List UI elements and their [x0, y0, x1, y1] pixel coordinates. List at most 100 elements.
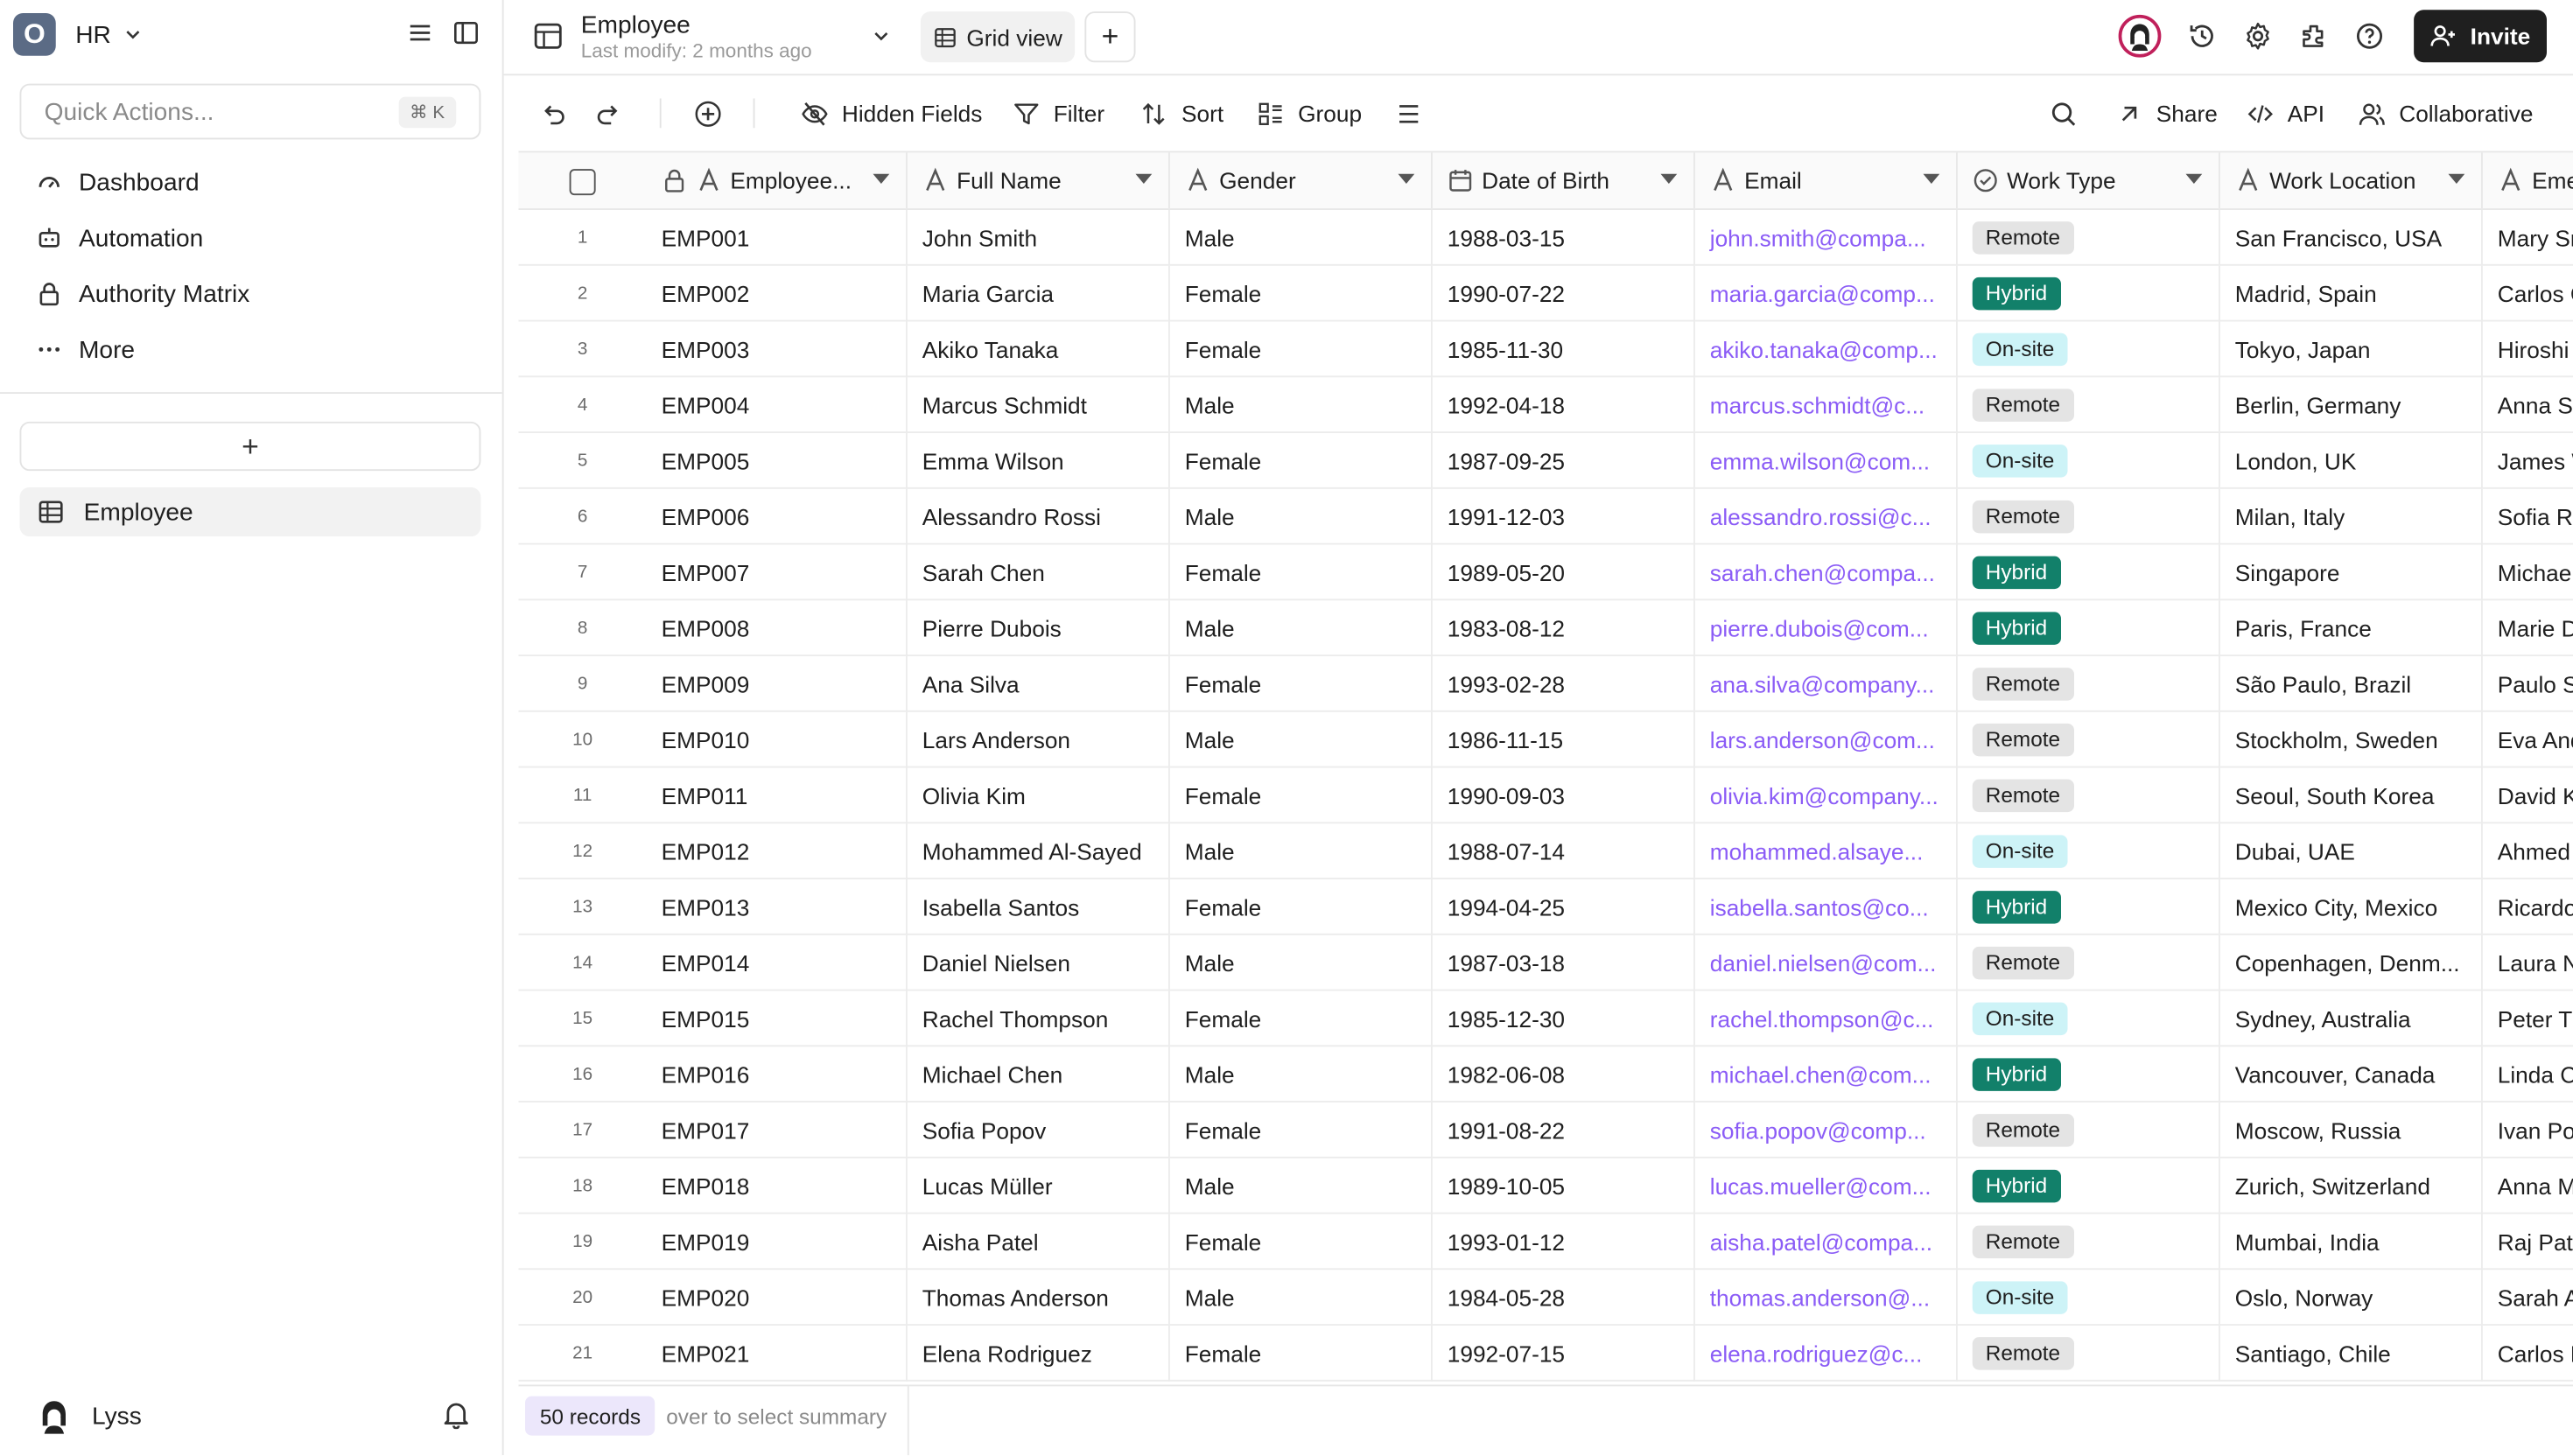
cell-location[interactable]: Paris, France: [2220, 600, 2483, 656]
cell-emergency[interactable]: Linda C: [2483, 1046, 2573, 1102]
cell-gender[interactable]: Female: [1170, 1214, 1433, 1270]
cell-emergency[interactable]: Ricardo: [2483, 879, 2573, 935]
cell-email[interactable]: sarah.chen@compa...: [1695, 544, 1958, 601]
cell-emergency[interactable]: Michael: [2483, 545, 2573, 601]
cell-email[interactable]: mohammed.alsaye...: [1695, 823, 1958, 879]
cell-work-type[interactable]: Remote: [1958, 656, 2220, 712]
cell-location[interactable]: Oslo, Norway: [2220, 1270, 2483, 1326]
hidden-fields-button[interactable]: Hidden Fields: [801, 75, 982, 150]
sidebar-table-employee[interactable]: Employee: [19, 486, 481, 537]
cell-work-type[interactable]: Remote: [1958, 1326, 2220, 1382]
cell-id[interactable]: EMP010: [647, 711, 908, 768]
cell-work-type[interactable]: Remote: [1958, 377, 2220, 433]
cell-gender[interactable]: Male: [1170, 210, 1433, 266]
cell-id[interactable]: EMP020: [647, 1270, 908, 1326]
cell-id[interactable]: EMP006: [647, 488, 908, 545]
cell-id[interactable]: EMP009: [647, 656, 908, 712]
cell-name[interactable]: Maria Garcia: [908, 265, 1170, 322]
cell-work-type[interactable]: On-site: [1958, 433, 2220, 489]
workspace-switcher[interactable]: O HR: [13, 13, 144, 56]
cell-location[interactable]: Seoul, South Korea: [2220, 767, 2483, 824]
cell-name[interactable]: Isabella Santos: [908, 879, 1170, 935]
table-row[interactable]: 2 EMP002 Maria Garcia Female 1990-07-22 maria…: [518, 265, 2573, 322]
cell-gender[interactable]: Male: [1170, 600, 1433, 656]
cell-email[interactable]: john.smith@compa...: [1695, 210, 1958, 266]
cell-emergency[interactable]: Marie D: [2483, 600, 2573, 656]
cell-email[interactable]: pierre.dubois@com...: [1695, 600, 1958, 656]
cell-location[interactable]: Madrid, Spain: [2220, 265, 2483, 322]
collaborator-avatar[interactable]: [2119, 14, 2163, 58]
cell-email[interactable]: akiko.tanaka@comp...: [1695, 321, 1958, 378]
cell-email[interactable]: lars.anderson@com...: [1695, 711, 1958, 768]
cell-name[interactable]: Daniel Nielsen: [908, 934, 1170, 991]
cell-emergency[interactable]: Hiroshi: [2483, 322, 2573, 378]
cell-location[interactable]: Santiago, Chile: [2220, 1326, 2483, 1382]
cell-gender[interactable]: Male: [1170, 1158, 1433, 1214]
cell-emergency[interactable]: Sofia Ro: [2483, 489, 2573, 545]
cell-gender[interactable]: Male: [1170, 934, 1433, 991]
sort-button[interactable]: Sort: [1140, 75, 1223, 150]
cell-dob[interactable]: 1988-07-14: [1433, 823, 1695, 879]
cell-id[interactable]: EMP017: [647, 1102, 908, 1158]
column-menu-caret-icon[interactable]: [2448, 173, 2465, 184]
cell-emergency[interactable]: James W: [2483, 433, 2573, 489]
cell-emergency[interactable]: Paulo S: [2483, 656, 2573, 712]
cell-emergency[interactable]: Eva And: [2483, 712, 2573, 768]
cell-dob[interactable]: 1985-11-30: [1433, 321, 1695, 378]
cell-emergency[interactable]: Ivan Po: [2483, 1102, 2573, 1158]
redo-button[interactable]: [594, 75, 635, 150]
cell-work-type[interactable]: Hybrid: [1958, 265, 2220, 322]
add-view-button[interactable]: +: [1084, 11, 1136, 63]
cell-work-type[interactable]: Remote: [1958, 1102, 2220, 1158]
cell-location[interactable]: Mumbai, India: [2220, 1214, 2483, 1270]
cell-gender[interactable]: Female: [1170, 1102, 1433, 1158]
table-row[interactable]: 21 EMP021 Elena Rodriguez Female 1992-07-15 e…: [518, 1326, 2573, 1382]
column-menu-caret-icon[interactable]: [1398, 173, 1415, 184]
cell-email[interactable]: emma.wilson@com...: [1695, 433, 1958, 489]
cell-gender[interactable]: Female: [1170, 265, 1433, 322]
cell-emergency[interactable]: Sarah A: [2483, 1270, 2573, 1326]
search-button[interactable]: [2050, 75, 2091, 150]
invite-button[interactable]: Invite: [2414, 10, 2547, 63]
cell-email[interactable]: ana.silva@company...: [1695, 656, 1958, 712]
cell-work-type[interactable]: Hybrid: [1958, 879, 2220, 935]
column-menu-caret-icon[interactable]: [2185, 173, 2203, 184]
cell-gender[interactable]: Female: [1170, 544, 1433, 601]
column-menu-caret-icon[interactable]: [1660, 173, 1678, 184]
cell-dob[interactable]: 1987-03-18: [1433, 934, 1695, 991]
cell-gender[interactable]: Female: [1170, 1326, 1433, 1382]
cell-name[interactable]: Michael Chen: [908, 1046, 1170, 1102]
cell-id[interactable]: EMP004: [647, 377, 908, 433]
cell-dob[interactable]: 1993-01-12: [1433, 1214, 1695, 1270]
cell-gender[interactable]: Male: [1170, 377, 1433, 433]
cell-location[interactable]: Mexico City, Mexico: [2220, 879, 2483, 935]
cell-location[interactable]: Stockholm, Sweden: [2220, 711, 2483, 768]
group-button[interactable]: Group: [1257, 75, 1362, 150]
cell-work-type[interactable]: On-site: [1958, 990, 2220, 1047]
cell-gender[interactable]: Female: [1170, 767, 1433, 824]
cell-emergency[interactable]: Laura N: [2483, 935, 2573, 991]
cell-name[interactable]: Rachel Thompson: [908, 990, 1170, 1047]
cell-dob[interactable]: 1990-09-03: [1433, 767, 1695, 824]
cell-email[interactable]: alessandro.rossi@c...: [1695, 488, 1958, 545]
cell-gender[interactable]: Female: [1170, 879, 1433, 935]
table-row[interactable]: 11 EMP011 Olivia Kim Female 1990-09-03 olivia…: [518, 767, 2573, 824]
sidebar-item-dashboard[interactable]: Dashboard: [20, 154, 481, 210]
cell-location[interactable]: Sydney, Australia: [2220, 990, 2483, 1047]
cell-gender[interactable]: Male: [1170, 1046, 1433, 1102]
cell-location[interactable]: Copenhagen, Denm...: [2220, 934, 2483, 991]
table-row[interactable]: 5 EMP005 Emma Wilson Female 1987-09-25 emma.w…: [518, 433, 2573, 489]
cell-emergency[interactable]: Carlos G: [2483, 266, 2573, 322]
bell-icon[interactable]: [441, 1399, 471, 1430]
cell-email[interactable]: michael.chen@com...: [1695, 1046, 1958, 1102]
column-menu-caret-icon[interactable]: [1135, 173, 1153, 184]
table-row[interactable]: 4 EMP004 Marcus Schmidt Male 1992-04-18 marcu…: [518, 377, 2573, 433]
table-row[interactable]: 7 EMP007 Sarah Chen Female 1989-05-20 sarah.c…: [518, 544, 2573, 601]
cell-name[interactable]: Sofia Popov: [908, 1102, 1170, 1158]
undo-button[interactable]: [540, 75, 581, 150]
table-row[interactable]: 12 EMP012 Mohammed Al-Sayed Male 1988-07-14 m…: [518, 823, 2573, 879]
cell-gender[interactable]: Male: [1170, 488, 1433, 545]
cell-work-type[interactable]: Remote: [1958, 711, 2220, 768]
cell-name[interactable]: Akiko Tanaka: [908, 321, 1170, 378]
cell-id[interactable]: EMP016: [647, 1046, 908, 1102]
